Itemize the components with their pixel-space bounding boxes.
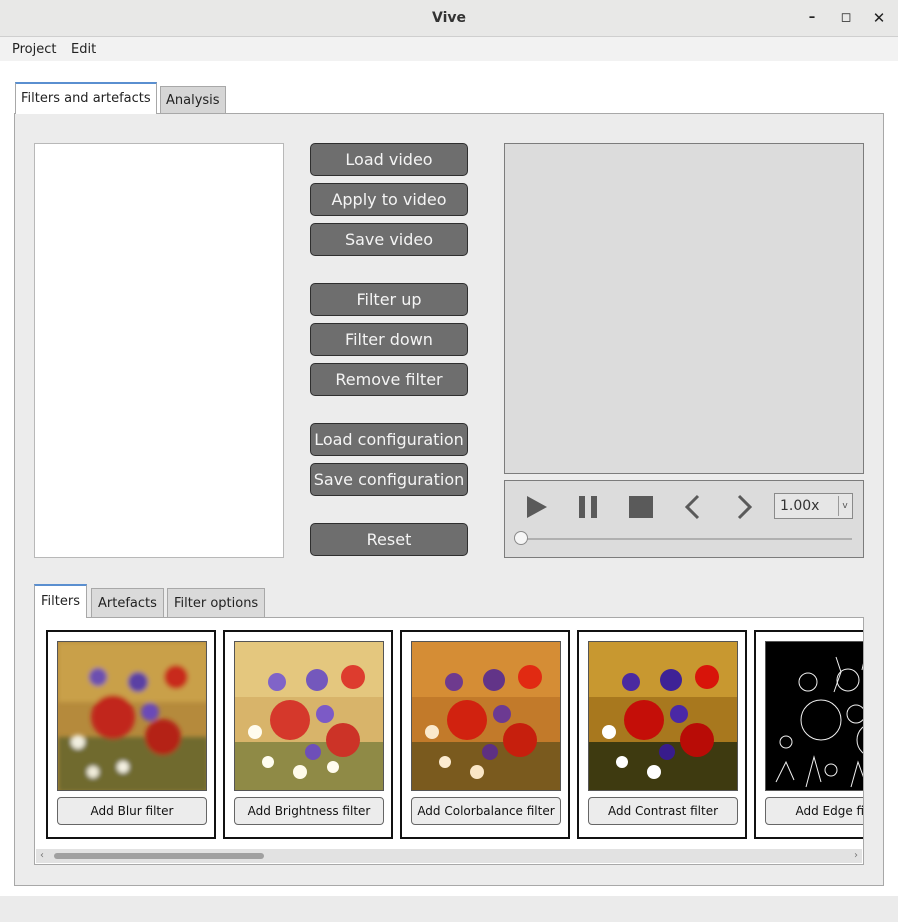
filter-list[interactable] — [34, 143, 284, 558]
speed-select[interactable]: 1.00x v — [774, 493, 853, 519]
maximize-icon[interactable]: ◻ — [838, 10, 854, 26]
close-icon[interactable]: ✕ — [871, 10, 887, 26]
colorbalance-preview-image — [411, 641, 561, 791]
minimize-icon[interactable]: – — [804, 10, 820, 26]
add-edge-filter-button[interactable]: Add Edge filter — [765, 797, 863, 825]
load-configuration-button[interactable]: Load configuration — [310, 423, 468, 456]
add-blur-filter-button[interactable]: Add Blur filter — [57, 797, 207, 825]
play-icon[interactable] — [524, 490, 550, 524]
contrast-preview-image — [588, 641, 738, 791]
seek-slider-handle[interactable] — [514, 531, 528, 545]
menu-project[interactable]: Project — [12, 42, 56, 57]
filters-panel: Add Blur filter Add Brightness filter Ad… — [34, 617, 864, 865]
tab-artefacts[interactable]: Artefacts — [91, 588, 164, 618]
save-video-button[interactable]: Save video — [310, 223, 468, 256]
blur-preview-image — [57, 641, 207, 791]
window-titlebar: Vive – ◻ ✕ — [0, 0, 898, 37]
stop-icon[interactable] — [627, 490, 655, 524]
apply-to-video-button[interactable]: Apply to video — [310, 183, 468, 216]
menu-edit[interactable]: Edit — [71, 42, 96, 57]
status-bar — [0, 896, 898, 922]
scroll-right-icon[interactable]: › — [854, 849, 858, 863]
seek-track[interactable] — [520, 538, 852, 540]
add-contrast-filter-button[interactable]: Add Contrast filter — [588, 797, 738, 825]
save-configuration-button[interactable]: Save configuration — [310, 463, 468, 496]
filter-card-contrast: Add Contrast filter — [577, 630, 747, 839]
previous-icon[interactable] — [680, 490, 706, 524]
filter-card-edge: Add Edge filter — [754, 630, 863, 839]
remove-filter-button[interactable]: Remove filter — [310, 363, 468, 396]
pause-icon[interactable] — [576, 490, 602, 524]
add-brightness-filter-button[interactable]: Add Brightness filter — [234, 797, 384, 825]
filter-down-button[interactable]: Filter down — [310, 323, 468, 356]
scrollbar-thumb[interactable] — [54, 853, 264, 859]
menu-bar: Project Edit — [0, 37, 898, 61]
tab-filter-options[interactable]: Filter options — [167, 588, 266, 618]
edge-preview-image — [765, 641, 863, 791]
load-video-button[interactable]: Load video — [310, 143, 468, 176]
window-title: Vive — [431, 10, 466, 26]
tab-analysis[interactable]: Analysis — [160, 86, 226, 114]
filter-card-brightness: Add Brightness filter — [223, 630, 393, 839]
next-icon[interactable] — [731, 490, 757, 524]
tab-filters-and-artefacts[interactable]: Filters and artefacts — [15, 82, 157, 114]
chevron-down-icon: v — [838, 496, 851, 516]
filter-card-colorbalance: Add Colorbalance filter — [400, 630, 570, 839]
tab-filters[interactable]: Filters — [34, 584, 87, 618]
filter-up-button[interactable]: Filter up — [310, 283, 468, 316]
video-preview — [504, 143, 864, 474]
scroll-left-icon[interactable]: ‹ — [40, 849, 44, 863]
brightness-preview-image — [234, 641, 384, 791]
speed-value: 1.00x — [780, 498, 820, 514]
reset-button[interactable]: Reset — [310, 523, 468, 556]
add-colorbalance-filter-button[interactable]: Add Colorbalance filter — [411, 797, 561, 825]
filters-horizontal-scrollbar[interactable]: ‹ › — [36, 849, 862, 863]
filter-card-blur: Add Blur filter — [46, 630, 216, 839]
